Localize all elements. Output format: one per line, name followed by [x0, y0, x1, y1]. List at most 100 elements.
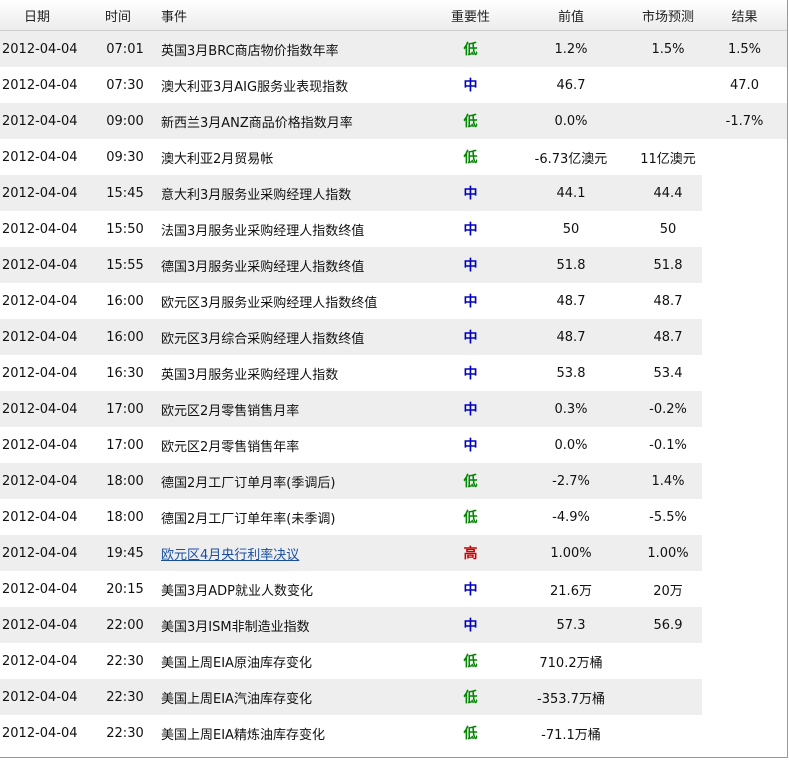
header-importance: 重要性 — [433, 0, 508, 31]
header-result: 结果 — [702, 0, 787, 31]
cell-previous: 44.1 — [508, 175, 634, 211]
cell-date: 2012-04-04 — [0, 535, 97, 571]
table-row: 2012-04-04 16:30 英国3月服务业采购经理人指数 中 53.8 53.4 — [0, 355, 787, 391]
cell-event: 欧元区3月服务业采购经理人指数终值 — [153, 283, 433, 319]
header-event: 事件 — [153, 0, 433, 31]
cell-time: 09:30 — [97, 139, 153, 175]
cell-date: 2012-04-04 — [0, 679, 97, 715]
cell-date: 2012-04-04 — [0, 571, 97, 607]
cell-event: 新西兰3月ANZ商品价格指数月率 — [153, 103, 433, 139]
importance-badge: 中 — [463, 78, 478, 94]
cell-time: 07:30 — [97, 67, 153, 103]
cell-date: 2012-04-04 — [0, 30, 97, 67]
cell-date: 2012-04-04 — [0, 211, 97, 247]
cell-result — [702, 355, 787, 391]
cell-event: 意大利3月服务业采购经理人指数 — [153, 175, 433, 211]
event-link[interactable]: 欧元区4月央行利率决议 — [161, 548, 299, 563]
cell-forecast: 48.7 — [634, 319, 702, 355]
cell-forecast — [634, 103, 702, 139]
cell-event: 英国3月BRC商店物价指数年率 — [153, 30, 433, 67]
table-row: 2012-04-04 18:00 德国2月工厂订单年率(未季调) 低 -4.9% -5.5… — [0, 499, 787, 535]
cell-forecast: 44.4 — [634, 175, 702, 211]
cell-date: 2012-04-04 — [0, 247, 97, 283]
cell-previous: 710.2万桶 — [508, 643, 634, 679]
cell-date: 2012-04-04 — [0, 139, 97, 175]
cell-date: 2012-04-04 — [0, 355, 97, 391]
table-row: 2012-04-04 09:00 新西兰3月ANZ商品价格指数月率 低 0.0% -1.7… — [0, 103, 787, 139]
cell-importance: 高 — [433, 535, 508, 571]
cell-previous: 0.3% — [508, 391, 634, 427]
cell-importance: 中 — [433, 319, 508, 355]
cell-time: 15:45 — [97, 175, 153, 211]
cell-time: 18:00 — [97, 463, 153, 499]
cell-previous: -2.7% — [508, 463, 634, 499]
cell-forecast — [634, 67, 702, 103]
cell-previous: -6.73亿澳元 — [508, 139, 634, 175]
cell-date: 2012-04-04 — [0, 391, 97, 427]
table-row: 2012-04-04 17:00 欧元区2月零售销售年率 中 0.0% -0.1% — [0, 427, 787, 463]
cell-time: 22:30 — [97, 679, 153, 715]
cell-time: 22:30 — [97, 715, 153, 751]
cell-forecast — [634, 643, 702, 679]
cell-date: 2012-04-04 — [0, 175, 97, 211]
cell-date: 2012-04-04 — [0, 715, 97, 751]
importance-badge: 中 — [463, 366, 478, 382]
cell-importance: 中 — [433, 391, 508, 427]
cell-time: 22:00 — [97, 607, 153, 643]
cell-importance: 中 — [433, 67, 508, 103]
cell-time: 07:01 — [97, 30, 153, 67]
cell-result — [702, 679, 787, 715]
cell-event: 美国上周EIA汽油库存变化 — [153, 679, 433, 715]
importance-badge: 低 — [463, 114, 478, 130]
importance-badge: 低 — [463, 150, 478, 166]
table-row: 2012-04-04 16:00 欧元区3月服务业采购经理人指数终值 中 48.7 48.… — [0, 283, 787, 319]
cell-result — [702, 463, 787, 499]
cell-time: 18:00 — [97, 499, 153, 535]
cell-event: 欧元区4月央行利率决议 — [153, 535, 433, 571]
cell-result — [702, 607, 787, 643]
cell-time: 20:15 — [97, 571, 153, 607]
cell-result — [702, 571, 787, 607]
cell-importance: 低 — [433, 643, 508, 679]
cell-forecast — [634, 715, 702, 751]
cell-forecast: 1.00% — [634, 535, 702, 571]
cell-forecast: 1.5% — [634, 30, 702, 67]
importance-badge: 低 — [463, 42, 478, 58]
cell-result — [702, 715, 787, 751]
cell-previous: -353.7万桶 — [508, 679, 634, 715]
header-time: 时间 — [97, 0, 153, 31]
cell-forecast: 48.7 — [634, 283, 702, 319]
importance-badge: 低 — [463, 726, 478, 742]
cell-time: 22:30 — [97, 643, 153, 679]
cell-result: 1.5% — [702, 30, 787, 67]
cell-forecast: 56.9 — [634, 607, 702, 643]
cell-forecast: 1.4% — [634, 463, 702, 499]
cell-result: -1.7% — [702, 103, 787, 139]
cell-result — [702, 283, 787, 319]
cell-event: 德国2月工厂订单月率(季调后) — [153, 463, 433, 499]
table-row: 2012-04-04 22:00 美国3月ISM非制造业指数 中 57.3 56.9 — [0, 607, 787, 643]
table-row: 2012-04-04 15:55 德国3月服务业采购经理人指数终值 中 51.8 51.8 — [0, 247, 787, 283]
importance-badge: 低 — [463, 654, 478, 670]
importance-badge: 中 — [463, 438, 478, 454]
table-row: 2012-04-04 22:30 美国上周EIA原油库存变化 低 710.2万桶 — [0, 643, 787, 679]
cell-event: 澳大利亚2月贸易帐 — [153, 139, 433, 175]
cell-previous: 21.6万 — [508, 571, 634, 607]
cell-forecast: 20万 — [634, 571, 702, 607]
table-row: 2012-04-04 17:00 欧元区2月零售销售月率 中 0.3% -0.2% — [0, 391, 787, 427]
cell-date: 2012-04-04 — [0, 283, 97, 319]
cell-result — [702, 247, 787, 283]
cell-importance: 低 — [433, 103, 508, 139]
importance-badge: 中 — [463, 402, 478, 418]
cell-time: 15:55 — [97, 247, 153, 283]
table-row: 2012-04-04 16:00 欧元区3月综合采购经理人指数终值 中 48.7 48.7 — [0, 319, 787, 355]
importance-badge: 低 — [463, 510, 478, 526]
table-row: 2012-04-04 20:15 美国3月ADP就业人数变化 中 21.6万 20万 — [0, 571, 787, 607]
cell-result — [702, 535, 787, 571]
cell-date: 2012-04-04 — [0, 319, 97, 355]
cell-result — [702, 643, 787, 679]
importance-badge: 中 — [463, 186, 478, 202]
cell-event: 美国3月ADP就业人数变化 — [153, 571, 433, 607]
cell-event: 欧元区2月零售销售月率 — [153, 391, 433, 427]
table-row: 2012-04-04 07:01 英国3月BRC商店物价指数年率低 1.2% 1.5% 1… — [0, 30, 787, 67]
